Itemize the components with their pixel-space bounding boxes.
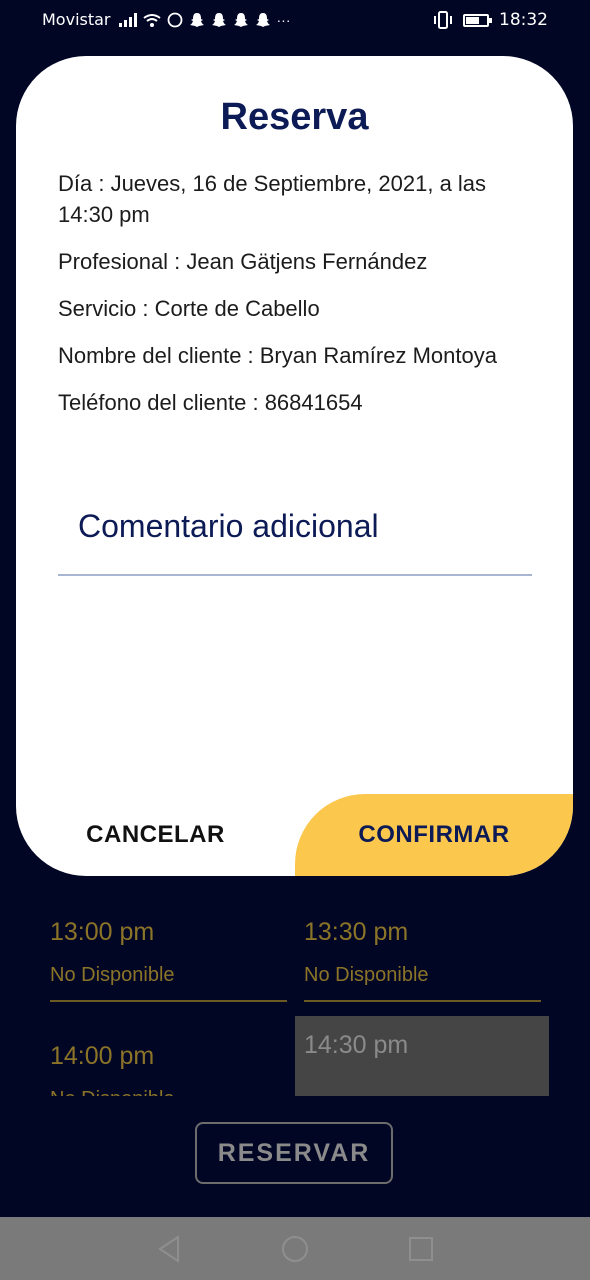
- detail-client-name: Nombre del cliente : Bryan Ramírez Monto…: [58, 343, 497, 368]
- signal-icon: [118, 12, 137, 27]
- snapchat-icon: [189, 12, 204, 27]
- clock: 18:32: [499, 10, 548, 30]
- status-left: Movistar ···: [42, 10, 291, 29]
- reservation-details: Día : Jueves, 16 de Septiembre, 2021, a …: [58, 168, 528, 434]
- snapchat-icon: [255, 12, 270, 27]
- status-right: 18:32: [433, 10, 548, 30]
- more-icon: ···: [276, 11, 291, 28]
- status-bar: Movistar ··· 18:32: [0, 0, 590, 40]
- cancel-button[interactable]: CANCELAR: [16, 794, 295, 876]
- slot-time: 14:30 pm: [304, 1031, 409, 1059]
- slot-status: No Disponible: [50, 964, 175, 986]
- navigation-bar: [0, 1217, 590, 1280]
- detail-service: Servicio : Corte de Cabello: [58, 296, 320, 321]
- time-slot[interactable]: 13:00 pm No Disponible: [50, 880, 287, 1002]
- carrier-name: Movistar: [42, 10, 111, 29]
- notification-icons: ···: [118, 11, 291, 28]
- vibrate-icon: [434, 11, 452, 29]
- reservation-dialog: Reserva Día : Jueves, 16 de Septiembre, …: [16, 56, 573, 876]
- home-icon[interactable]: [281, 1235, 309, 1263]
- time-slot[interactable]: 13:30 pm No Disponible: [304, 880, 541, 1002]
- snapchat-icon: [211, 12, 226, 27]
- wifi-icon: [142, 13, 161, 27]
- detail-client-phone: Teléfono del cliente : 86841654: [58, 390, 363, 415]
- confirm-button[interactable]: CONFIRMAR: [295, 794, 573, 876]
- detail-date: Día : Jueves, 16 de Septiembre, 2021, a …: [58, 171, 487, 227]
- comment-underline: [58, 574, 532, 576]
- battery-icon: [463, 13, 492, 27]
- slot-time: 13:30 pm: [304, 918, 409, 946]
- reservar-button[interactable]: RESERVAR: [195, 1122, 393, 1184]
- comment-input[interactable]: Comentario adicional: [78, 508, 379, 545]
- slot-status: No Disponible: [50, 1088, 175, 1096]
- slot-status: No Disponible: [304, 964, 429, 986]
- recents-icon[interactable]: [408, 1235, 434, 1263]
- time-slot[interactable]: 14:00 pm No Disponible: [50, 1004, 287, 1096]
- dialog-title: Reserva: [220, 96, 369, 138]
- slot-time: 13:00 pm: [50, 918, 155, 946]
- snapchat-icon: [233, 12, 248, 27]
- slot-time: 14:00 pm: [50, 1042, 155, 1070]
- back-icon[interactable]: [156, 1235, 182, 1263]
- time-slot-selected[interactable]: 14:30 pm: [295, 1016, 549, 1096]
- detail-professional: Profesional : Jean Gätjens Fernández: [58, 249, 428, 274]
- whatsapp-icon: [167, 12, 182, 27]
